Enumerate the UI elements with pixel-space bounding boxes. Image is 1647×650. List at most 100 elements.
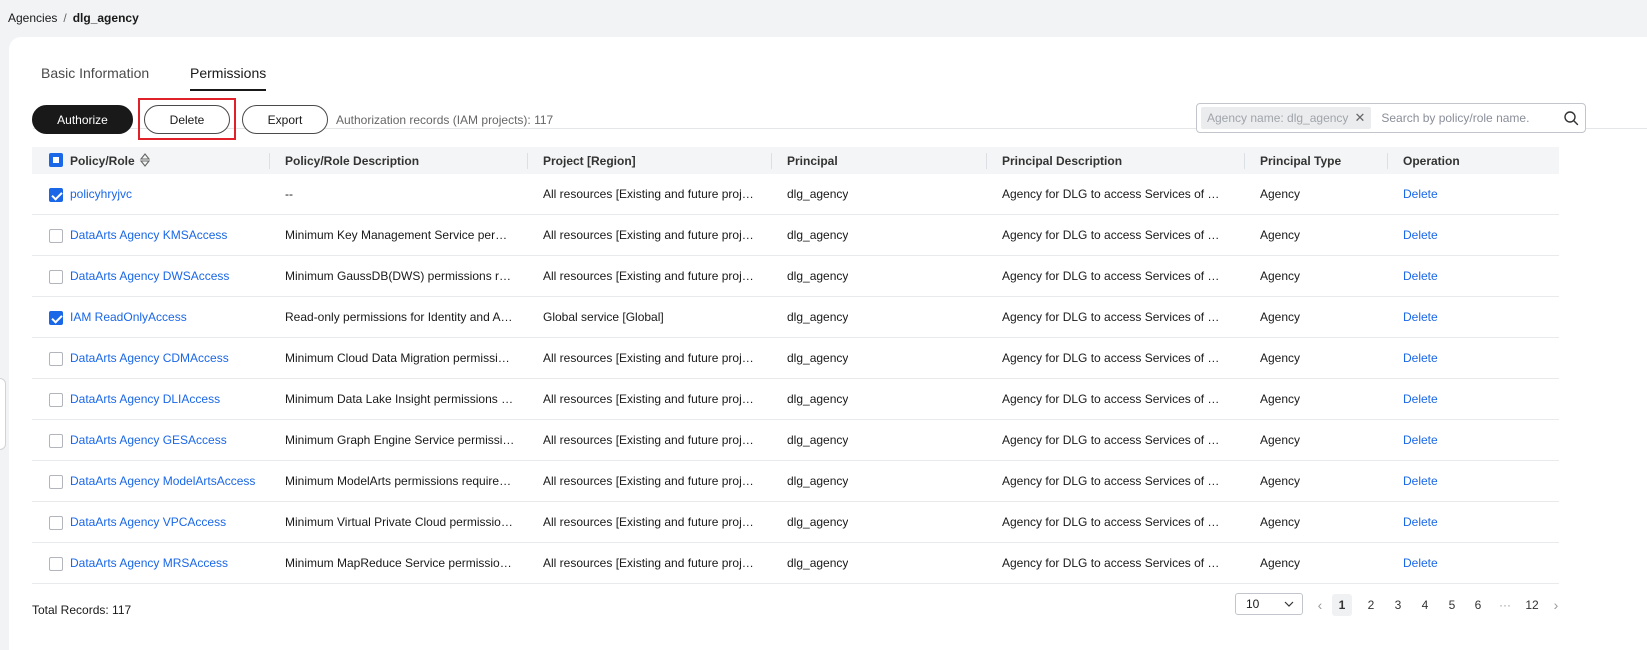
side-panel-handle[interactable] bbox=[0, 378, 6, 450]
row-checkbox[interactable] bbox=[49, 557, 63, 571]
policy-role-link[interactable]: DataArts Agency GESAccess bbox=[70, 433, 227, 447]
table-row: IAM ReadOnlyAccess Read-only permissions … bbox=[32, 297, 1559, 338]
principal-type: Agency bbox=[1260, 310, 1301, 324]
principal-type: Agency bbox=[1260, 351, 1301, 365]
prev-page-icon[interactable]: ‹ bbox=[1310, 594, 1330, 616]
column-divider[interactable] bbox=[1244, 153, 1245, 169]
row-checkbox[interactable] bbox=[49, 434, 63, 448]
policy-role-link[interactable]: DataArts Agency DWSAccess bbox=[70, 269, 229, 283]
delete-link[interactable]: Delete bbox=[1403, 474, 1438, 488]
project-region: Global service [Global] bbox=[543, 310, 664, 324]
table-row: DataArts Agency KMSAccess Minimum Key Man… bbox=[32, 215, 1559, 256]
page-size-select[interactable]: 10 bbox=[1235, 593, 1303, 615]
delete-link[interactable]: Delete bbox=[1403, 515, 1438, 529]
policy-role-link[interactable]: DataArts Agency CDMAccess bbox=[70, 351, 229, 365]
next-page-icon[interactable]: › bbox=[1546, 594, 1566, 616]
table-body: policyhryjvc -- All resources [Existing an… bbox=[32, 174, 1559, 584]
tab-permissions[interactable]: Permissions bbox=[190, 65, 267, 91]
column-divider[interactable] bbox=[269, 153, 270, 169]
policy-role-link[interactable]: DataArts Agency DLIAccess bbox=[70, 392, 220, 406]
header-operation: Operation bbox=[1403, 154, 1460, 168]
policy-role-link[interactable]: DataArts Agency VPCAccess bbox=[70, 515, 226, 529]
row-checkbox[interactable] bbox=[49, 311, 63, 325]
column-divider[interactable] bbox=[986, 153, 987, 169]
row-checkbox[interactable] bbox=[49, 229, 63, 243]
policy-role-link[interactable]: DataArts Agency ModelArtsAccess bbox=[70, 474, 255, 488]
page-button[interactable]: 5 bbox=[1442, 594, 1462, 616]
search-input[interactable] bbox=[1381, 111, 1562, 125]
page-button[interactable]: 4 bbox=[1415, 594, 1435, 616]
table-row: DataArts Agency VPCAccess Minimum Virtual… bbox=[32, 502, 1559, 543]
delete-link[interactable]: Delete bbox=[1403, 187, 1438, 201]
principal-description: Agency for DLG to access Services of OB.… bbox=[1002, 474, 1228, 488]
authorization-records-count: Authorization records (IAM projects): 11… bbox=[336, 113, 554, 127]
row-checkbox[interactable] bbox=[49, 270, 63, 284]
page-button[interactable]: 1 bbox=[1332, 594, 1352, 616]
project-region: All resources [Existing and future proje… bbox=[543, 351, 758, 365]
header-principal: Principal bbox=[787, 154, 838, 168]
row-checkbox[interactable] bbox=[49, 475, 63, 489]
row-checkbox[interactable] bbox=[49, 188, 63, 202]
policy-description: Minimum Graph Engine Service permissio..… bbox=[285, 433, 515, 447]
select-all-checkbox[interactable] bbox=[49, 153, 63, 167]
policy-description: Minimum ModelArts permissions required .… bbox=[285, 474, 515, 488]
table-row: DataArts Agency DWSAccess Minimum GaussDB… bbox=[32, 256, 1559, 297]
row-checkbox[interactable] bbox=[49, 516, 63, 530]
remove-filter-icon[interactable]: ✕ bbox=[1354, 110, 1365, 126]
toolbar: Authorize Delete Export Authorization re… bbox=[32, 98, 1647, 140]
filter-chip-label: Agency name: dlg_agency bbox=[1207, 111, 1349, 125]
breadcrumb: Agencies / dlg_agency bbox=[8, 11, 139, 25]
principal-description: Agency for DLG to access Services of OB.… bbox=[1002, 351, 1228, 365]
principal-description: Agency for DLG to access Services of OB.… bbox=[1002, 515, 1228, 529]
policy-role-link[interactable]: IAM ReadOnlyAccess bbox=[70, 310, 187, 324]
breadcrumb-agencies-link[interactable]: Agencies bbox=[8, 11, 57, 25]
project-region: All resources [Existing and future proje… bbox=[543, 187, 758, 201]
authorize-button[interactable]: Authorize bbox=[32, 105, 133, 134]
policy-role-link[interactable]: DataArts Agency MRSAccess bbox=[70, 556, 228, 570]
principal: dlg_agency bbox=[787, 433, 849, 447]
column-divider[interactable] bbox=[1387, 153, 1388, 169]
column-divider[interactable] bbox=[527, 153, 528, 169]
delete-link[interactable]: Delete bbox=[1403, 433, 1438, 447]
principal-description: Agency for DLG to access Services of OB.… bbox=[1002, 433, 1228, 447]
row-checkbox[interactable] bbox=[49, 393, 63, 407]
page-button[interactable]: 2 bbox=[1361, 594, 1381, 616]
delete-link[interactable]: Delete bbox=[1403, 392, 1438, 406]
tab-basic-information[interactable]: Basic Information bbox=[41, 65, 149, 89]
header-principal-description: Principal Description bbox=[1002, 154, 1123, 168]
export-button[interactable]: Export bbox=[242, 105, 328, 134]
main-panel: Basic Information Permissions Authorize … bbox=[9, 37, 1647, 650]
delete-link[interactable]: Delete bbox=[1403, 269, 1438, 283]
delete-link[interactable]: Delete bbox=[1403, 556, 1438, 570]
page-button[interactable]: 3 bbox=[1388, 594, 1408, 616]
principal-type: Agency bbox=[1260, 269, 1301, 283]
chevron-down-icon bbox=[1284, 601, 1294, 607]
table-row: DataArts Agency CDMAccess Minimum Cloud D… bbox=[32, 338, 1559, 379]
principal: dlg_agency bbox=[787, 474, 849, 488]
page-ellipsis[interactable]: ··· bbox=[1495, 594, 1515, 616]
delete-link[interactable]: Delete bbox=[1403, 351, 1438, 365]
page-size-value: 10 bbox=[1246, 597, 1260, 611]
policy-description: Minimum Data Lake Insight permissions re… bbox=[285, 392, 515, 406]
principal-description: Agency for DLG to access Services of OB.… bbox=[1002, 269, 1228, 283]
delete-button[interactable]: Delete bbox=[144, 105, 230, 134]
row-checkbox[interactable] bbox=[49, 352, 63, 366]
column-divider[interactable] bbox=[771, 153, 772, 169]
page-button[interactable]: 12 bbox=[1522, 594, 1542, 616]
delete-link[interactable]: Delete bbox=[1403, 310, 1438, 324]
policy-role-link[interactable]: DataArts Agency KMSAccess bbox=[70, 228, 227, 242]
delete-link[interactable]: Delete bbox=[1403, 228, 1438, 242]
search-icon[interactable] bbox=[1563, 110, 1579, 126]
policy-role-link[interactable]: policyhryjvc bbox=[70, 187, 132, 201]
sort-icon[interactable] bbox=[139, 153, 151, 167]
page-button[interactable]: 6 bbox=[1468, 594, 1488, 616]
header-principal-type: Principal Type bbox=[1260, 154, 1342, 168]
principal: dlg_agency bbox=[787, 269, 849, 283]
project-region: All resources [Existing and future proje… bbox=[543, 474, 758, 488]
principal-type: Agency bbox=[1260, 187, 1301, 201]
policy-description: Minimum Key Management Service permi... bbox=[285, 228, 515, 242]
project-region: All resources [Existing and future proje… bbox=[543, 269, 758, 283]
principal-description: Agency for DLG to access Services of OB.… bbox=[1002, 392, 1228, 406]
table-footer: Total Records: 117 10 ‹ 1 2 3 4 5 6 ··· 12 › bbox=[32, 593, 1562, 623]
table-row: DataArts Agency DLIAccess Minimum Data La… bbox=[32, 379, 1559, 420]
